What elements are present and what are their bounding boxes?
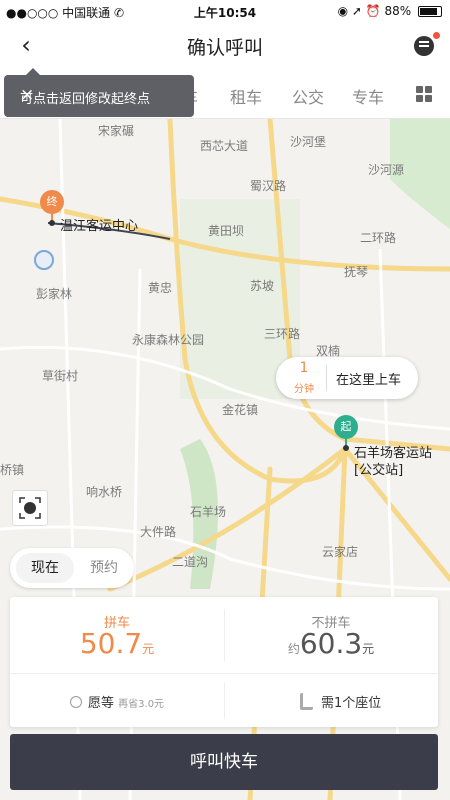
currency: 元 [142,642,155,656]
current-location-icon [34,250,54,270]
end-pin[interactable]: 终 [40,190,64,214]
divider [10,673,438,674]
map-label: 草街村 [42,369,79,383]
map-label: 二环路 [360,231,397,245]
map-label: 金花镇 [222,403,259,417]
eta-number: 1 [299,360,309,376]
solo-price[interactable]: 约60.3元 [224,627,438,660]
map-label: 彭家林 [36,287,73,301]
start-sub: [公交站] [354,463,404,478]
map-label: 永康森林公园 [132,333,205,347]
solo-prefix: 约 [287,642,300,656]
page-title: 确认呼叫 [186,37,263,59]
tab-rental[interactable]: 租车 [230,84,262,108]
time-selector: 现在 预约 [10,548,134,588]
tooltip-close-button[interactable]: × [20,85,180,105]
wait-label: 愿等 [88,696,115,711]
eta-unit: 分钟 [294,384,314,395]
status-bar: ●●○○○ 中国联通 ✆ 上午10:54 ◉ ➚ ⏰ 88% [0,0,450,22]
solo-price-value: 60.3 [299,627,363,660]
seat-label: 需1个座位 [321,696,382,711]
tooltip: 可点击返回修改起终点 × [4,68,194,117]
map-label: 沙河堡 [290,135,327,149]
start-dot [343,445,349,451]
message-icon[interactable] [414,36,434,56]
map-label: 三环路 [264,327,301,341]
pickup-text: 在这里上车 [336,373,402,388]
seat-icon [300,693,313,710]
divider [326,365,327,391]
wait-save: 再省3.0元 [118,699,165,710]
map-label: 西芯大道 [200,139,249,153]
end-name: 温江客运中心 [60,219,139,234]
now-option[interactable]: 现在 [16,553,74,583]
battery-text: 88% [384,4,412,18]
notification-dot [433,32,440,39]
fare-card: 拼车 50.7元 不拼车 约60.3元 愿等 再省3.0元 需1个座位 [10,597,438,727]
currency: 元 [362,642,375,656]
map-label: 蜀汉路 [250,179,287,193]
crosshair-icon [19,497,41,519]
title-bar: ‹ 确认呼叫 [0,22,450,68]
radio-icon[interactable] [70,696,82,708]
status-icons: ◉ ➚ ⏰ [337,4,381,18]
map-label: 石羊场 [190,505,227,519]
divider [224,683,225,719]
map-label: 云家店 [322,545,359,559]
map-label: 黄忠 [148,281,173,295]
map-label: 抚琴 [344,265,369,279]
end-dot [49,220,55,226]
tab-bus[interactable]: 公交 [292,84,324,108]
map-label: 宋家碾 [98,124,135,138]
wait-option[interactable]: 愿等 再省3.0元 [70,692,164,711]
map-label: 黄田坝 [208,224,245,238]
map-label: 桥镇 [0,463,25,477]
status-right: ◉ ➚ ⏰ 88% [338,4,442,18]
map-label: 二道沟 [172,555,209,569]
call-car-button[interactable]: 呼叫快车 [10,734,438,790]
pickup-bubble[interactable]: 1 分钟 在这里上车 [276,357,418,399]
seat-option[interactable]: 需1个座位 [300,692,381,711]
map-label: 响水桥 [86,485,123,499]
more-grid-icon[interactable] [416,86,432,102]
map-label: 沙河源 [368,163,405,177]
battery-icon [418,6,442,17]
carpool-price-value: 50.7 [79,627,143,660]
reserve-option[interactable]: 预约 [80,553,128,583]
locate-button[interactable] [12,490,48,526]
tab-premier[interactable]: 专车 [352,84,384,108]
map-label: 大件路 [140,525,177,539]
start-pin[interactable]: 起 [334,415,358,439]
map-label: 苏坡 [250,279,275,293]
carpool-price[interactable]: 50.7元 [10,627,224,660]
